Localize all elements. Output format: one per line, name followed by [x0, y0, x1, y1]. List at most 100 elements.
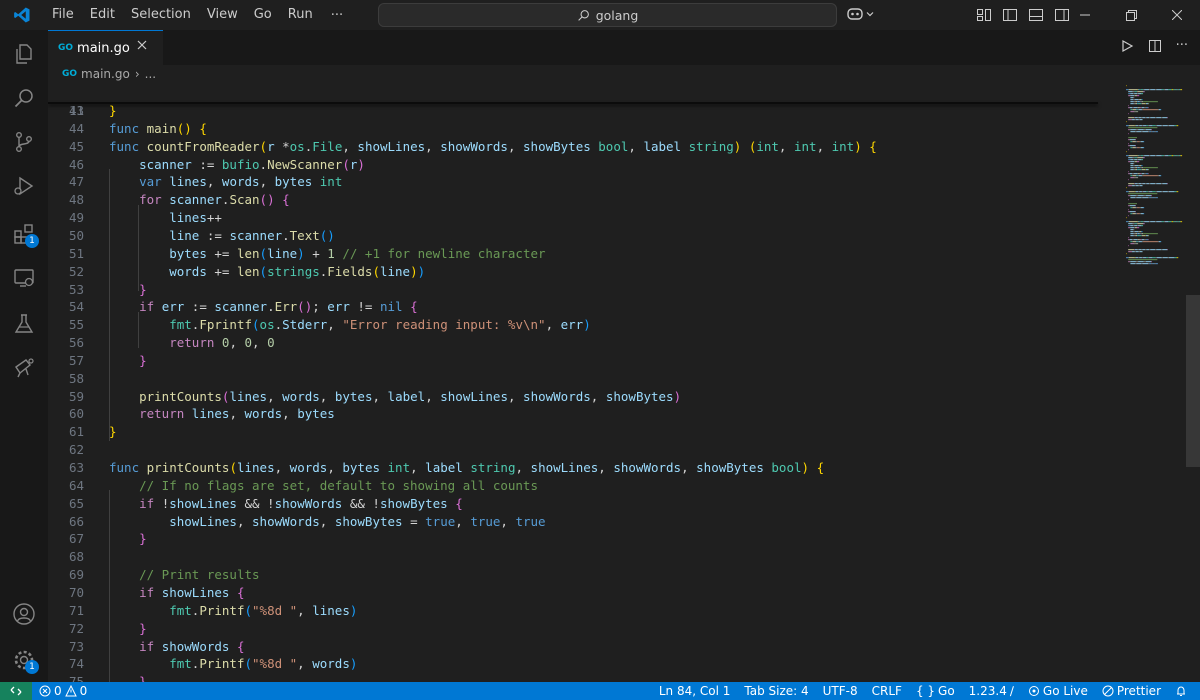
minimize-button[interactable] — [1062, 0, 1108, 30]
code-line[interactable]: 70 if showLines { — [48, 584, 1148, 602]
testing-icon[interactable] — [0, 300, 48, 348]
remote-explorer-icon[interactable] — [0, 254, 48, 302]
command-center-search[interactable]: golang — [378, 3, 837, 27]
code-line[interactable]: 48 for scanner.Scan() { — [48, 191, 1148, 209]
notifications-button[interactable] — [1168, 682, 1194, 700]
minimap-token — [1173, 221, 1175, 223]
minimap-token — [1139, 147, 1141, 149]
explorer-icon[interactable] — [0, 30, 48, 78]
problems-indicator[interactable]: 0 0 — [32, 682, 94, 700]
code-line[interactable]: 53 } — [48, 281, 1148, 299]
code-line[interactable]: 62 — [48, 441, 1148, 459]
code-line[interactable]: 73 if showWords { — [48, 638, 1148, 656]
language-mode[interactable]: { } Go — [909, 682, 962, 700]
code-line[interactable]: 67 } — [48, 530, 1148, 548]
code-line[interactable]: 50 line := scanner.Text() — [48, 227, 1148, 245]
line-number: 58 — [68, 371, 84, 386]
minimap-token — [1133, 165, 1135, 167]
menu-file[interactable]: File — [44, 0, 82, 30]
code-line[interactable]: 57 } — [48, 352, 1148, 370]
code-line[interactable]: 43} — [48, 102, 1148, 120]
minimap-token — [1133, 103, 1136, 105]
line-number: 43 — [68, 103, 84, 118]
minimap-token — [1128, 117, 1135, 119]
remote-indicator[interactable] — [0, 682, 32, 700]
copilot-button[interactable] — [846, 6, 874, 22]
search-view-icon[interactable] — [0, 74, 48, 122]
code-line[interactable]: 46 scanner := bufio.NewScanner(r) — [48, 156, 1148, 174]
encoding-indicator[interactable]: UTF-8 — [816, 682, 865, 700]
menu-go[interactable]: Go — [246, 0, 280, 30]
code-line[interactable]: 66 showLines, showWords, showBytes = tru… — [48, 513, 1148, 531]
code-line[interactable]: 54 if err := scanner.Err(); err != nil { — [48, 298, 1148, 316]
minimap-token — [1138, 117, 1142, 119]
code-line[interactable]: 44 — [48, 120, 1148, 138]
minimap-token — [1135, 103, 1137, 105]
menu-run[interactable]: Run — [280, 0, 321, 30]
code-line[interactable]: 58 — [48, 370, 1148, 388]
docker-extension-icon[interactable] — [0, 344, 48, 392]
go-version[interactable]: 1.23.4 ∕ — [962, 682, 1021, 700]
code-line[interactable]: 56 return 0, 0, 0 — [48, 334, 1148, 352]
eol-indicator[interactable]: CRLF — [865, 682, 909, 700]
minimap-token — [1138, 231, 1140, 233]
close-window-button[interactable] — [1154, 0, 1200, 30]
breadcrumb-file[interactable]: main.go — [81, 67, 130, 81]
minimap-token — [1128, 179, 1129, 181]
code-token: NewScanner — [267, 157, 343, 172]
code-line[interactable]: 69 // Print results — [48, 566, 1148, 584]
minimap-token — [1149, 263, 1152, 265]
code-line[interactable]: 72 } — [48, 620, 1148, 638]
code-line[interactable]: 75 } — [48, 673, 1148, 682]
code-line[interactable]: 60 return lines, words, bytes — [48, 405, 1148, 423]
code-line[interactable]: 55 fmt.Fprintf(os.Stderr, "Error reading… — [48, 316, 1148, 334]
code-line[interactable]: 47 var lines, words, bytes int — [48, 173, 1148, 191]
scrollbar-thumb[interactable] — [1186, 295, 1200, 467]
code-token: { — [236, 585, 245, 600]
code-line[interactable]: 61} — [48, 423, 1148, 441]
go-live-button[interactable]: Go Live — [1021, 682, 1095, 700]
sticky-scroll-line[interactable]: 11 func main() { — [48, 84, 1148, 136]
code-line[interactable]: 71 fmt.Printf("%8d ", lines) — [48, 602, 1148, 620]
minimap-token — [1151, 263, 1153, 265]
code-line[interactable]: 45 func countFromReader(r *os.File, showL… — [48, 138, 1148, 156]
extensions-icon[interactable]: 1 — [0, 210, 48, 258]
accounts-icon[interactable] — [0, 590, 48, 638]
menu-selection[interactable]: Selection — [123, 0, 199, 30]
code-line[interactable]: 65 if !showLines && !showWords && !showB… — [48, 495, 1148, 513]
code-line[interactable]: 52 words += len(strings.Fields(line)) — [48, 263, 1148, 281]
tab-size-indicator[interactable]: Tab Size: 4 — [737, 682, 815, 700]
minimap-token — [1137, 109, 1139, 111]
code-line[interactable]: 63 func printCounts(lines, words, bytes i… — [48, 459, 1148, 477]
code-line[interactable]: 59 printCounts(lines, words, bytes, labe… — [48, 388, 1148, 406]
code-line[interactable]: 64 // If no flags are set, default to sh… — [48, 477, 1148, 495]
code-line[interactable]: 68 — [48, 548, 1148, 566]
more-menu-button[interactable]: ··· — [321, 8, 353, 23]
cursor-position[interactable]: Ln 84, Col 1 — [652, 682, 738, 700]
manage-gear-icon[interactable]: 1 — [0, 636, 48, 684]
code-editor[interactable]: 11 func main() { 43} 44 45 func countFromRe… — [48, 83, 1200, 682]
toggle-panel-icon[interactable] — [1028, 7, 1044, 23]
code-token: printCounts — [139, 389, 222, 404]
run-icon[interactable] — [1120, 39, 1134, 53]
customize-layout-icon[interactable] — [976, 7, 992, 23]
tab-main-go[interactable]: GO main.go — [48, 30, 163, 65]
menu-edit[interactable]: Edit — [82, 0, 123, 30]
more-actions-icon[interactable]: ··· — [1176, 38, 1188, 53]
run-debug-icon[interactable] — [0, 162, 48, 210]
code-line[interactable]: 49 lines++ — [48, 209, 1148, 227]
split-editor-icon[interactable] — [1148, 39, 1162, 53]
code-line[interactable]: 74 fmt.Printf("%8d ", words) — [48, 655, 1148, 673]
prettier-button[interactable]: Prettier — [1095, 682, 1168, 700]
restore-button[interactable] — [1108, 0, 1154, 30]
close-icon[interactable] — [137, 40, 147, 50]
code-line[interactable]: 51 bytes += len(line) + 1 // +1 for newl… — [48, 245, 1148, 263]
vertical-scrollbar[interactable] — [1186, 83, 1200, 682]
source-control-icon[interactable] — [0, 118, 48, 166]
menu-view[interactable]: View — [199, 0, 246, 30]
line-number: 69 — [68, 567, 84, 582]
line-number: 64 — [68, 478, 84, 493]
minimap-token — [1148, 103, 1149, 105]
breadcrumb-symbol[interactable]: ... — [145, 67, 156, 81]
toggle-primary-sidebar-icon[interactable] — [1002, 7, 1018, 23]
